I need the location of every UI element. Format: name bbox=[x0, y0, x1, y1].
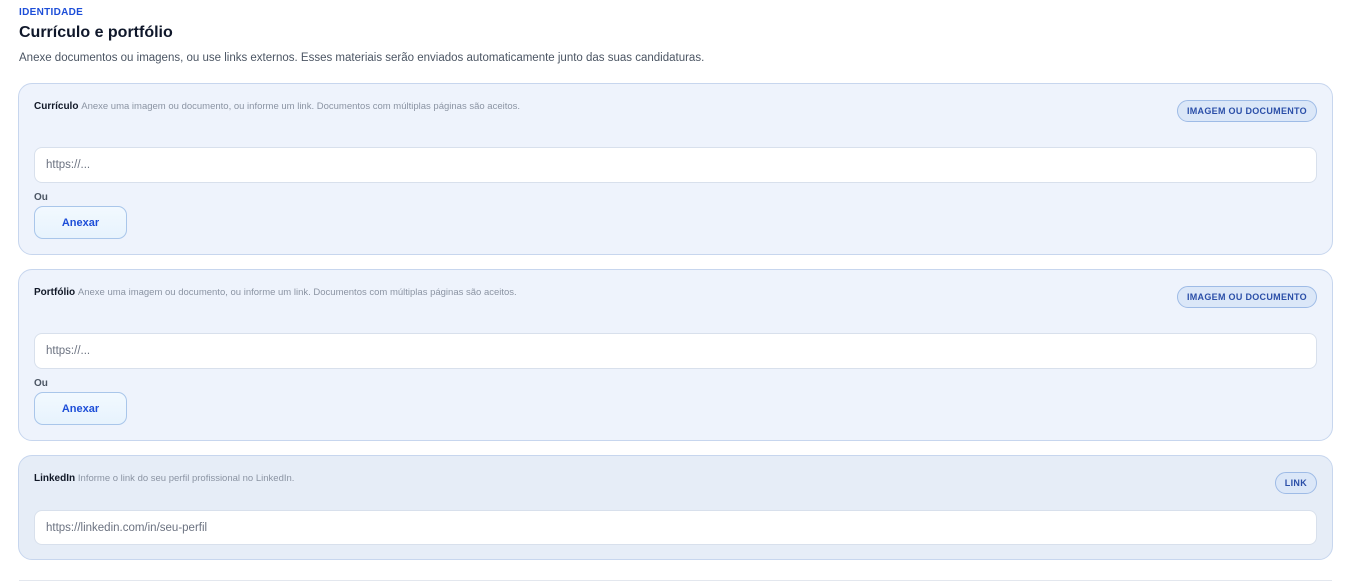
curriculo-label: Currículo bbox=[34, 101, 79, 112]
portfolio-url-input[interactable] bbox=[34, 333, 1317, 369]
linkedin-type-badge: LINK bbox=[1274, 472, 1317, 494]
portfolio-attach-button[interactable]: Anexar bbox=[34, 392, 127, 425]
section-title: Currículo e portfólio bbox=[19, 24, 173, 41]
curriculo-type-badge: IMAGEM OU DOCUMENTO bbox=[1176, 100, 1317, 122]
curriculo-card: Currículo Anexe uma imagem ou documento,… bbox=[18, 83, 1333, 255]
linkedin-label: LinkedIn bbox=[34, 473, 76, 484]
linkedin-card: LinkedIn Informe o link do seu perfil pr… bbox=[18, 455, 1333, 560]
portfolio-hint: Anexe uma imagem ou documento, ou inform… bbox=[77, 287, 517, 298]
curriculo-or-label: Ou bbox=[34, 192, 48, 203]
portfolio-header: Portfólio Anexe uma imagem ou documento,… bbox=[34, 287, 517, 298]
section-description: Anexe documentos ou imagens, ou use link… bbox=[19, 52, 705, 64]
portfolio-or-label: Ou bbox=[34, 378, 48, 389]
curriculo-url-input[interactable] bbox=[34, 147, 1317, 183]
portfolio-card: Portfólio Anexe uma imagem ou documento,… bbox=[18, 269, 1333, 441]
portfolio-label: Portfólio bbox=[34, 287, 76, 298]
section-eyebrow: IDENTIDADE bbox=[19, 7, 84, 18]
linkedin-header: LinkedIn Informe o link do seu perfil pr… bbox=[34, 473, 294, 484]
curriculo-attach-button[interactable]: Anexar bbox=[34, 206, 127, 239]
page: IDENTIDADE Currículo e portfólio Anexe d… bbox=[0, 0, 1347, 587]
linkedin-hint: Informe o link do seu perfil profissiona… bbox=[77, 473, 295, 484]
section-divider bbox=[19, 580, 1332, 581]
portfolio-type-badge: IMAGEM OU DOCUMENTO bbox=[1176, 286, 1317, 308]
curriculo-hint: Anexe uma imagem ou documento, ou inform… bbox=[81, 101, 521, 112]
linkedin-url-input[interactable] bbox=[34, 510, 1317, 545]
curriculo-header: Currículo Anexe uma imagem ou documento,… bbox=[34, 101, 520, 112]
